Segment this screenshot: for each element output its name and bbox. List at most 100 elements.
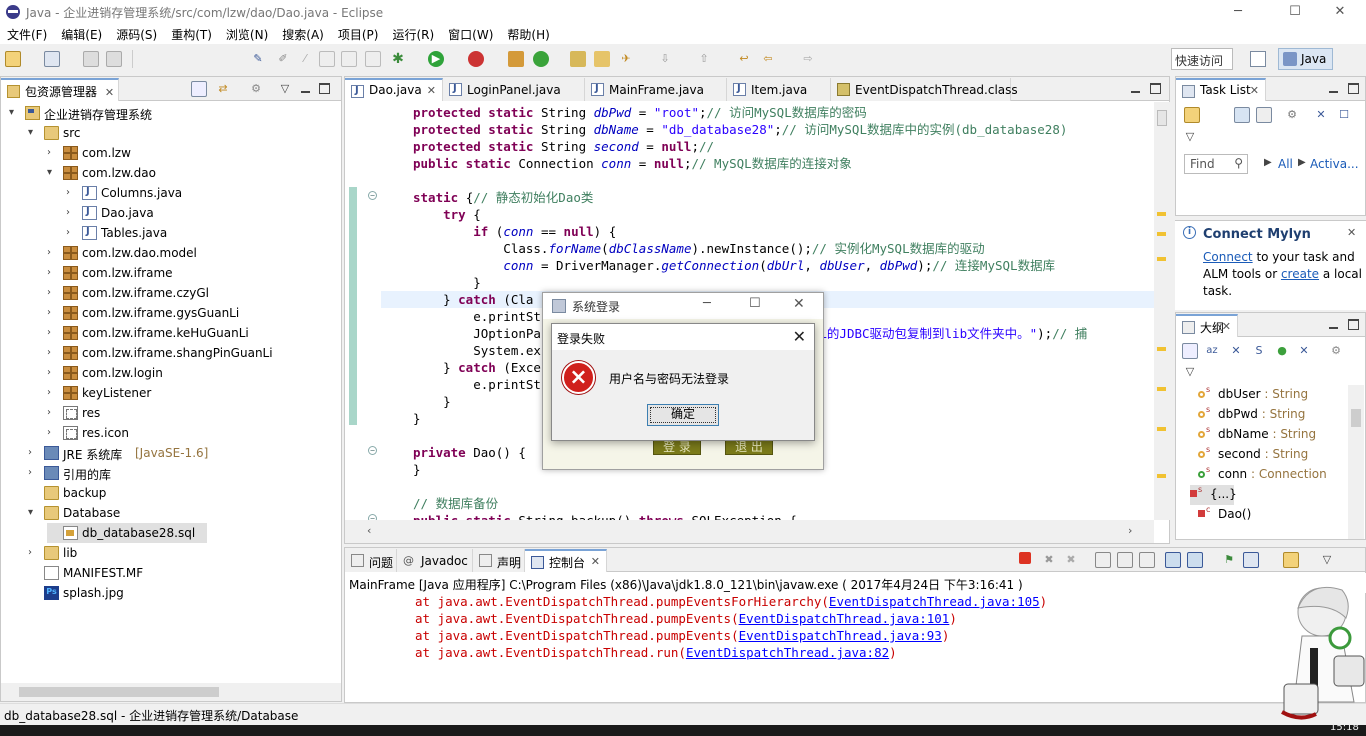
- tree-item[interactable]: › com.lzw.iframe.gysGuanLi: [47, 303, 347, 323]
- toggle-breakpoint-icon[interactable]: ✎: [250, 51, 266, 67]
- warning-marker[interactable]: [1157, 347, 1166, 351]
- tree-item[interactable]: backup: [28, 483, 328, 503]
- tab-package-explorer[interactable]: 包资源管理器 ✕: [1, 78, 120, 101]
- outline-item[interactable]: c Dao(): [1198, 505, 1348, 525]
- close-icon[interactable]: ✕: [1250, 84, 1259, 97]
- tree-item[interactable]: › com.lzw.login: [47, 363, 347, 383]
- prev-annotation-icon[interactable]: ⇧: [696, 51, 712, 67]
- all-link[interactable]: All: [1278, 157, 1293, 171]
- fold-toggle-icon[interactable]: −: [368, 191, 377, 200]
- debug-icon[interactable]: ✱: [390, 51, 406, 67]
- new-package-icon[interactable]: [570, 51, 586, 67]
- scroll-right-icon[interactable]: ›: [1128, 524, 1132, 537]
- open-type-icon[interactable]: [594, 51, 610, 67]
- horizontal-scrollbar[interactable]: [1, 683, 341, 701]
- maximize-view-icon[interactable]: [1348, 319, 1359, 330]
- hide-completed-icon[interactable]: ⚙: [1284, 107, 1300, 123]
- outline-scrollbar[interactable]: [1348, 385, 1364, 539]
- tab-problems[interactable]: 问题: [345, 549, 397, 572]
- mark-occurrences-icon[interactable]: ✐: [275, 51, 291, 67]
- expand-toggle-icon[interactable]: ›: [66, 207, 78, 218]
- tab-loginpanel-java[interactable]: LoginPanel.java: [443, 78, 585, 101]
- next-annotation-icon[interactable]: ⇩: [657, 51, 673, 67]
- last-edit-icon[interactable]: ↩: [736, 51, 752, 67]
- maximize-button[interactable]: ☐: [749, 296, 761, 311]
- expand-toggle-icon[interactable]: ›: [66, 227, 78, 238]
- expand-toggle-icon[interactable]: ›: [47, 247, 59, 258]
- stack-frame-link[interactable]: EventDispatchThread.java:93: [739, 628, 942, 643]
- new-icon[interactable]: [5, 51, 21, 67]
- menu-help[interactable]: 帮助(H): [500, 24, 556, 43]
- menu-search[interactable]: 搜索(A): [275, 24, 331, 43]
- expand-toggle-icon[interactable]: ›: [28, 447, 40, 458]
- expand-toggle-icon[interactable]: ›: [47, 367, 59, 378]
- menu-window[interactable]: 窗口(W): [441, 24, 500, 43]
- tree-item[interactable]: › JRE 系统库 [JavaSE-1.6]: [28, 443, 328, 463]
- tab-item-java[interactable]: Item.java: [727, 78, 831, 101]
- expand-toggle-icon[interactable]: ▾: [28, 127, 40, 138]
- tab-outline[interactable]: 大纲 ✕: [1176, 314, 1238, 337]
- warning-marker[interactable]: [1157, 257, 1166, 261]
- show-on-output-icon[interactable]: [1165, 552, 1181, 568]
- menu-run[interactable]: 运行(R): [385, 24, 441, 43]
- stack-frame-link[interactable]: EventDispatchThread.java:82: [686, 645, 889, 660]
- expand-toggle-icon[interactable]: ▾: [9, 107, 21, 118]
- ok-button[interactable]: 确定: [647, 404, 719, 426]
- expand-toggle-icon[interactable]: ›: [47, 347, 59, 358]
- tree-item[interactable]: › Columns.java: [66, 183, 366, 203]
- tree-item[interactable]: › res.icon: [47, 423, 347, 443]
- scroll-lock-icon[interactable]: [1117, 552, 1133, 568]
- warning-marker[interactable]: [1157, 474, 1166, 478]
- fold-toggle-icon[interactable]: −: [368, 446, 377, 455]
- tree-item[interactable]: › Tables.java: [66, 223, 366, 243]
- tree-item[interactable]: › keyListener: [47, 383, 347, 403]
- outline-item[interactable]: s dbName : String: [1198, 425, 1348, 445]
- activate-link[interactable]: Activa...: [1310, 157, 1359, 171]
- expand-toggle-icon[interactable]: ›: [47, 147, 59, 158]
- stack-frame-link[interactable]: EventDispatchThread.java:101: [739, 611, 950, 626]
- open-console-icon[interactable]: [1283, 552, 1299, 568]
- connect-link[interactable]: Connect: [1203, 250, 1253, 264]
- expand-toggle-icon[interactable]: ›: [47, 307, 59, 318]
- expand-toggle-icon[interactable]: ›: [47, 287, 59, 298]
- menu-refactor[interactable]: 重构(T): [164, 24, 219, 43]
- pin-console-icon[interactable]: ⚑: [1221, 552, 1237, 568]
- outline-item[interactable]: s {...}: [1190, 485, 1237, 505]
- horizontal-scrollbar-thumb[interactable]: [19, 687, 219, 697]
- tree-item[interactable]: ▾ com.lzw.dao: [47, 163, 347, 183]
- view-menu-icon[interactable]: ▽: [277, 81, 293, 97]
- block-selection-icon[interactable]: ⁄: [297, 51, 313, 67]
- tree-item[interactable]: › com.lzw.iframe: [47, 263, 347, 283]
- expand-toggle-icon[interactable]: ›: [47, 387, 59, 398]
- tree-item[interactable]: › lib: [28, 543, 328, 563]
- remove-all-icon[interactable]: ✖: [1063, 552, 1079, 568]
- close-button[interactable]: ✕: [793, 327, 806, 346]
- filter-icon[interactable]: ⚙: [1328, 343, 1344, 359]
- expand-toggle-icon[interactable]: ›: [47, 327, 59, 338]
- scroll-left-icon[interactable]: ‹: [367, 524, 371, 537]
- tree-item[interactable]: › com.lzw.iframe.keHuGuanLi: [47, 323, 347, 343]
- search-icon[interactable]: ✈: [618, 51, 634, 67]
- task-find-input[interactable]: Find ⚲: [1184, 154, 1248, 174]
- expand-toggle-icon[interactable]: ›: [28, 547, 40, 558]
- forward-icon[interactable]: ⇨: [800, 51, 816, 67]
- maximize-view-icon[interactable]: [1150, 83, 1161, 94]
- outline-item[interactable]: s dbPwd : String: [1198, 405, 1348, 425]
- create-link[interactable]: create: [1281, 267, 1319, 281]
- run-icon[interactable]: ▶: [428, 51, 444, 67]
- expand-toggle-icon[interactable]: ›: [28, 467, 40, 478]
- tab-eventdispatchthread-class[interactable]: EventDispatchThread.class: [831, 78, 1018, 101]
- tab-declaration[interactable]: 声明: [473, 549, 525, 572]
- hide-static-icon[interactable]: S: [1251, 343, 1267, 359]
- focus-icon[interactable]: ✕: [1313, 107, 1329, 123]
- minimize-view-icon[interactable]: [300, 83, 311, 94]
- expand-toggle-icon[interactable]: ›: [66, 187, 78, 198]
- back-icon[interactable]: ⇦: [760, 51, 776, 67]
- warning-marker[interactable]: [1157, 427, 1166, 431]
- word-wrap-icon[interactable]: [341, 51, 357, 67]
- tree-item[interactable]: › 引用的库: [28, 463, 328, 483]
- terminate-icon[interactable]: [1019, 552, 1031, 564]
- collapse-all-icon[interactable]: [191, 81, 207, 97]
- close-icon[interactable]: ✕: [1222, 320, 1231, 333]
- hide-nonpublic-icon[interactable]: ●: [1274, 343, 1290, 359]
